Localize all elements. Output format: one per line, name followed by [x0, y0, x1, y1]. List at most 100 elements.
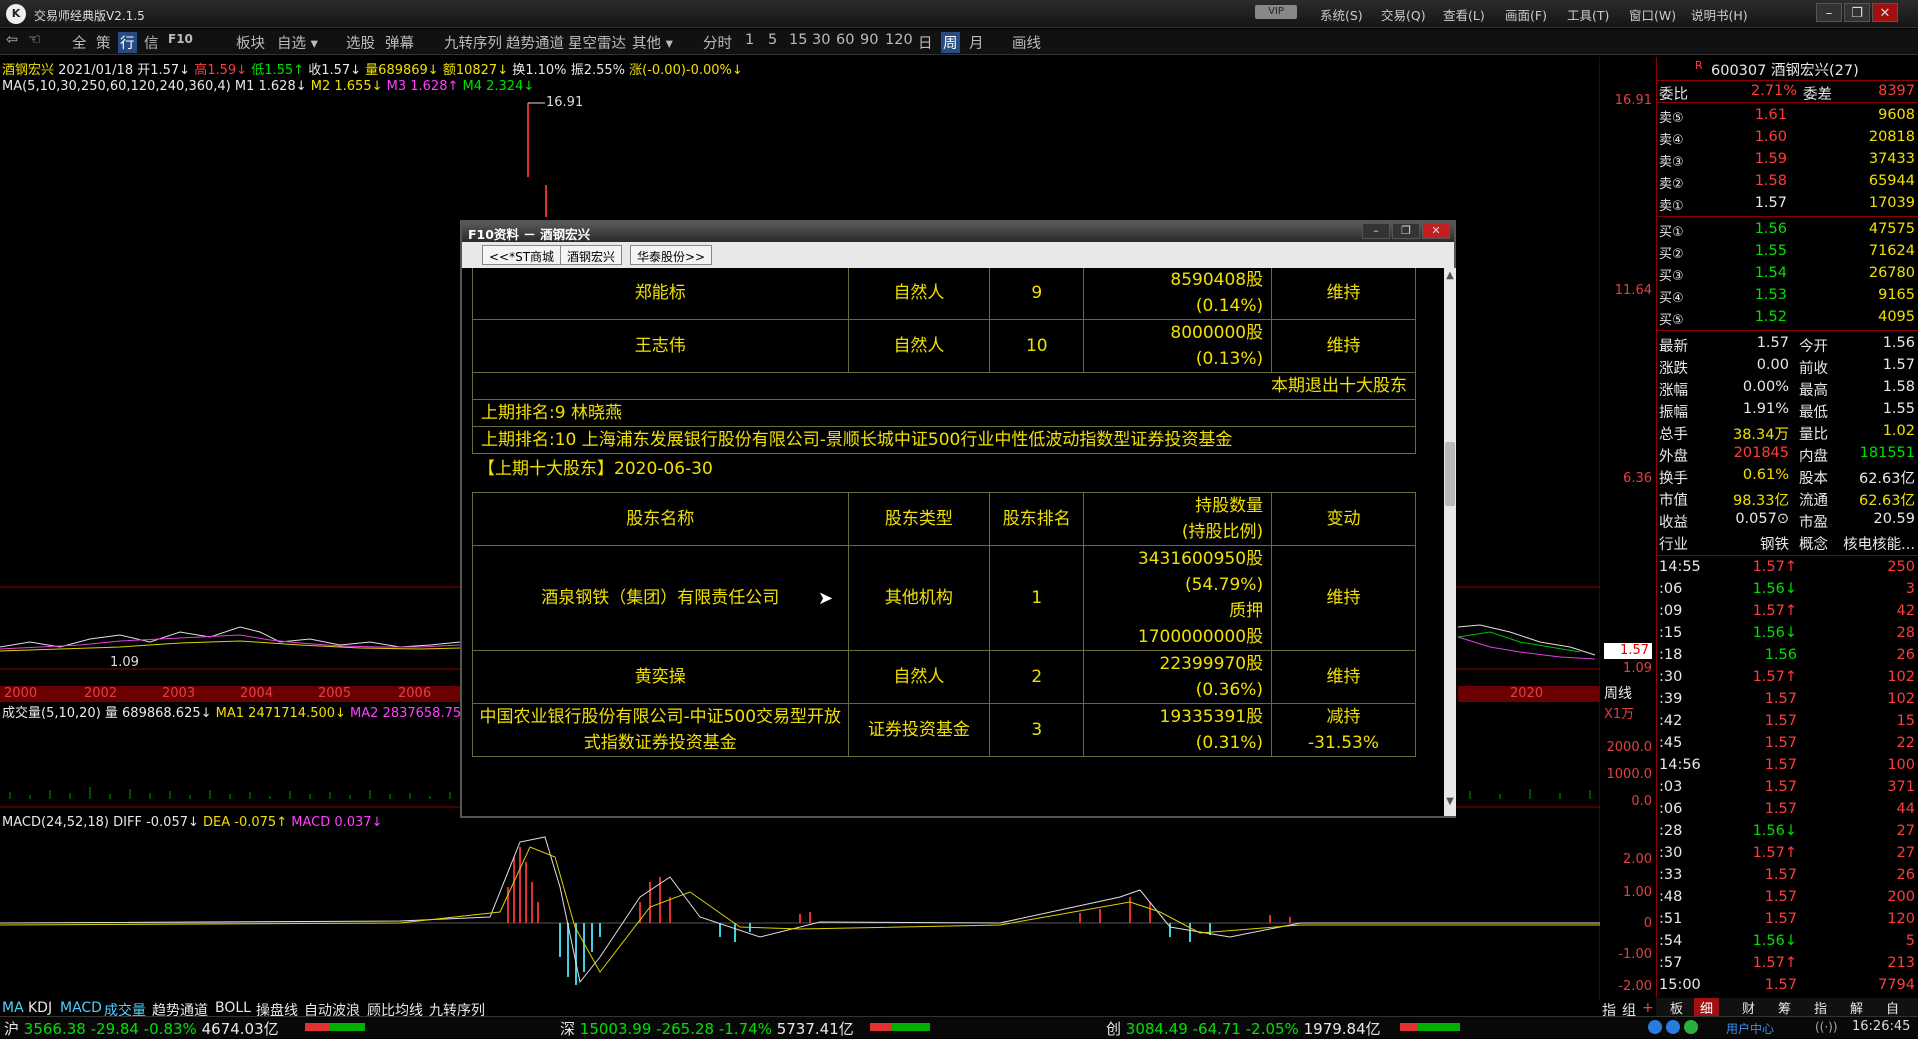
back-icon[interactable]: ⇦	[6, 32, 18, 48]
menu-screen[interactable]: 画面(F)	[1505, 5, 1547, 24]
minimize-icon[interactable]: –	[1816, 3, 1842, 22]
tb-screener[interactable]: 选股	[346, 32, 375, 53]
tb-5min[interactable]: 5	[768, 32, 777, 48]
title-bar: K 交易师经典版V2.1.5 VIP 系统(S) 交易(Q) 查看(L) 画面(…	[0, 0, 1918, 28]
tb-sector[interactable]: 板块	[236, 32, 265, 53]
vol-tick-1: 2000.0	[1606, 740, 1653, 755]
add-icon[interactable]: +	[1642, 1000, 1654, 1016]
user-center-link[interactable]: 用户中心	[1726, 1020, 1774, 1037]
scroll-up-icon[interactable]: ▲	[1446, 270, 1454, 281]
sz-breadth-bar	[870, 1023, 930, 1031]
dialog-close-icon[interactable]: ✕	[1422, 223, 1450, 239]
period-label[interactable]: 周线	[1604, 683, 1632, 703]
holder-qty: 22399970股 (0.36%)	[1083, 650, 1273, 704]
qtab-self[interactable]: 自	[1886, 998, 1899, 1017]
holder-type: 自然人	[847, 650, 991, 704]
menu-view[interactable]: 查看(L)	[1443, 5, 1485, 24]
online-icon[interactable]	[1684, 1020, 1698, 1034]
holder-name: 王志伟	[472, 319, 849, 373]
qtab-finance[interactable]: 财	[1742, 998, 1755, 1017]
scroll-thumb[interactable]	[1445, 442, 1455, 506]
tb-watchlist[interactable]: 自选 ▾	[277, 32, 318, 53]
tb-trend-channel[interactable]: 趋势通道	[506, 32, 564, 53]
tb-strategy[interactable]: 策	[96, 32, 111, 53]
tb-all[interactable]: 全	[72, 32, 87, 53]
tb-30min[interactable]: 30	[812, 32, 830, 48]
menu-system[interactable]: 系统(S)	[1320, 5, 1363, 24]
qtab-detail[interactable]: 细	[1694, 998, 1720, 1017]
quote-header: R 600307 酒钢宏兴(27)	[1657, 57, 1918, 81]
tab-kdj[interactable]: KDJ	[28, 1000, 52, 1016]
chat-icon[interactable]	[1666, 1020, 1680, 1034]
holder-qty: 3431600950股 (54.79%) 质押 1700000000股	[1083, 545, 1273, 651]
tb-radar[interactable]: 星空雷达	[568, 32, 626, 53]
index-cy[interactable]: 创 3084.49 -64.71 -2.05% 1979.84亿	[1106, 1018, 1381, 1039]
macd-tick-3: 0	[1643, 916, 1652, 931]
tick-row: :51 1.57 120	[1659, 911, 1915, 927]
tb-week[interactable]: 周	[941, 32, 960, 53]
table-row: 中国农业银行股份有限公司-中证500交易型开放式指数证券投资基金 证券投资基金 …	[472, 703, 1416, 757]
tb-quote[interactable]: 行	[118, 32, 137, 53]
tick-row: :48 1.57 200	[1659, 889, 1915, 905]
dialog-scrollbar[interactable]: ▲ ▼	[1444, 268, 1456, 816]
tb-90min[interactable]: 90	[860, 32, 878, 48]
tab-ma[interactable]: MA	[2, 1000, 24, 1016]
exit-row: 上期排名:9 林晓燕	[472, 399, 1416, 427]
tb-f10[interactable]: F10	[168, 32, 193, 46]
holder-type: 自然人	[847, 319, 991, 373]
close-icon[interactable]: ✕	[1872, 3, 1898, 22]
s-icon[interactable]	[1648, 1020, 1662, 1034]
menu-trade[interactable]: 交易(Q)	[1381, 5, 1426, 24]
prev-stock-button[interactable]: <<*ST商城	[482, 245, 562, 265]
holder-change: 维持	[1271, 650, 1416, 704]
tb-nine-turn[interactable]: 九转序列	[444, 32, 502, 53]
tb-60min[interactable]: 60	[836, 32, 854, 48]
stat-row: 行业 钢铁 概念 核电核能...	[1659, 537, 1915, 553]
dialog-content: 郑能标 自然人 9 8590408股 (0.14%) 维持 王志伟 自然人 10 …	[464, 268, 1444, 814]
index-sh[interactable]: 沪 3566.38 -29.84 -0.83% 4674.03亿	[4, 1018, 279, 1039]
tb-other[interactable]: 其他 ▾	[632, 32, 673, 53]
dialog-maximize-icon[interactable]: ❐	[1392, 223, 1420, 239]
current-stock-button[interactable]: 酒钢宏兴	[560, 245, 623, 265]
tick-row: 15:00 1.57 7794	[1659, 977, 1915, 993]
maximize-icon[interactable]: ❐	[1844, 3, 1870, 22]
tb-danmaku[interactable]: 弹幕	[385, 32, 414, 53]
qtab-board[interactable]: 板	[1670, 998, 1683, 1017]
vol-tick-3: 0.0	[1631, 794, 1652, 809]
tick-row: 14:56 1.57 100	[1659, 757, 1915, 773]
tb-draw[interactable]: 画线	[1012, 32, 1041, 53]
qtab-index[interactable]: 指	[1814, 998, 1827, 1017]
menu-tools[interactable]: 工具(T)	[1567, 5, 1609, 24]
dialog-minimize-icon[interactable]: –	[1362, 223, 1390, 239]
tb-1min[interactable]: 1	[745, 32, 754, 48]
year-2000: 2000	[4, 686, 38, 701]
tb-month[interactable]: 月	[969, 32, 984, 53]
table-row: 黄奕操 自然人 2 22399970股 (0.36%) 维持	[472, 650, 1416, 704]
index-sz[interactable]: 深 15003.99 -265.28 -1.74% 5737.41亿	[560, 1018, 854, 1039]
tick-row: :42 1.57 15	[1659, 713, 1915, 729]
menu-manual[interactable]: 说明书(H)	[1691, 5, 1748, 24]
dialog-title[interactable]: F10资料 － 酒钢宏兴	[462, 222, 1454, 242]
next-stock-button[interactable]: 华泰股份>>	[630, 245, 713, 265]
hand-icon[interactable]: ☜	[28, 32, 41, 48]
tb-day[interactable]: 日	[918, 32, 933, 53]
stat-row: 外盘 201845 内盘 181551	[1659, 445, 1915, 465]
table-row: 王志伟 自然人 10 8000000股 (0.13%) 维持	[472, 319, 1416, 373]
tab-macd[interactable]: MACD	[60, 1000, 102, 1016]
tb-info[interactable]: 信	[144, 32, 159, 53]
f10-dialog[interactable]: F10资料 － 酒钢宏兴 – ❐ ✕ <<*ST商城 酒钢宏兴 华泰股份>> 郑…	[460, 220, 1456, 818]
app-logo-icon: K	[6, 4, 26, 24]
stat-row: 最新 1.57 今开 1.56	[1659, 335, 1915, 355]
holder-qty: 19335391股 (0.31%)	[1083, 703, 1273, 757]
tab-boll[interactable]: BOLL	[215, 1000, 251, 1016]
stock-code-name: 600307 酒钢宏兴(27)	[1711, 63, 1859, 79]
tb-120min[interactable]: 120	[885, 32, 913, 48]
scroll-down-icon[interactable]: ▼	[1446, 796, 1454, 807]
qtab-chips[interactable]: 筹	[1778, 998, 1791, 1017]
qtab-explain[interactable]: 解	[1850, 998, 1863, 1017]
tick-row: :45 1.57 22	[1659, 735, 1915, 751]
tb-intraday[interactable]: 分时	[703, 32, 732, 53]
tb-15min[interactable]: 15	[789, 32, 807, 48]
menu-window[interactable]: 窗口(W)	[1629, 5, 1676, 24]
vip-badge[interactable]: VIP	[1255, 5, 1297, 19]
